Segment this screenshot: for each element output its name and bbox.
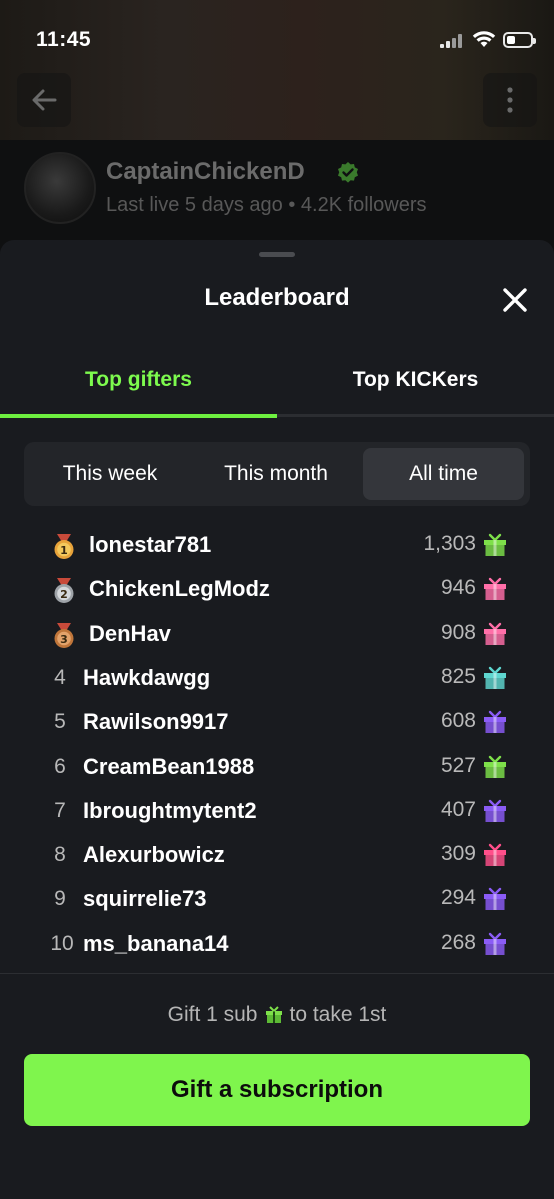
- gift-icon: [484, 710, 506, 734]
- gift-icon: [484, 843, 506, 867]
- more-vertical-icon: [507, 87, 513, 113]
- status-bar: 11:45: [0, 0, 554, 80]
- leader-gift-count: 825: [440, 664, 476, 688]
- leader-username[interactable]: ChickenLegModz: [89, 576, 270, 602]
- wifi-icon: [472, 31, 496, 47]
- leader-rank: 8: [54, 843, 66, 867]
- gift-icon: [484, 932, 506, 955]
- gift-icon: [484, 799, 506, 822]
- period-all-time[interactable]: All time: [363, 448, 524, 500]
- medal-silver-icon: 2: [54, 578, 74, 604]
- leader-username[interactable]: squirrelie73: [83, 886, 207, 912]
- leader-username[interactable]: CreamBean1988: [83, 754, 254, 780]
- leaderboard-tabs: Top gifters Top KICKers: [0, 352, 554, 418]
- leader-username[interactable]: Hawkdawgg: [83, 665, 210, 691]
- leader-row[interactable]: 5 Rawilson9917 608: [0, 701, 554, 745]
- gift-icon: [484, 622, 506, 645]
- more-options-button[interactable]: [483, 73, 537, 127]
- leader-rank: 5: [54, 710, 66, 734]
- leader-row[interactable]: 9 squirrelie73 294: [0, 878, 554, 922]
- back-arrow-icon: [32, 89, 57, 111]
- leader-gift-count: 946: [440, 576, 476, 600]
- channel-meta: Last live 5 days ago • 4.2K followers: [106, 194, 427, 216]
- footer-divider: [0, 973, 554, 974]
- leader-username[interactable]: Ibroughtmytent2: [83, 798, 257, 824]
- medal-rank: 2: [60, 588, 68, 601]
- period-this-month[interactable]: This month: [194, 448, 358, 500]
- gift-icon: [484, 888, 506, 911]
- leader-row[interactable]: 4 Hawkdawgg 825: [0, 657, 554, 701]
- medal-rank: 1: [60, 544, 68, 557]
- leader-rank: 4: [54, 665, 66, 689]
- leader-gift-count: 608: [440, 709, 476, 733]
- cta-note-after: to take 1st: [289, 1003, 387, 1026]
- leader-gift-count: 908: [440, 620, 476, 644]
- medal-bronze-icon: 3: [54, 622, 74, 648]
- active-tab-indicator: [0, 414, 277, 418]
- gift-icon: [484, 666, 506, 689]
- cta-note: Gift 1 sub to take 1st: [0, 1003, 554, 1027]
- sheet-title: Leaderboard: [204, 284, 350, 311]
- battery-icon: [503, 32, 536, 48]
- status-time: 11:45: [36, 28, 92, 51]
- sheet-drag-handle[interactable]: [259, 252, 295, 257]
- channel-name[interactable]: CaptainChickenD: [106, 158, 305, 186]
- tab-top-gifters[interactable]: Top gifters: [0, 368, 277, 392]
- leader-row[interactable]: 2 ChickenLegModz 946: [0, 568, 554, 612]
- leader-gift-count: 309: [440, 842, 476, 866]
- period-this-week[interactable]: This week: [30, 448, 190, 500]
- leader-rank: 7: [54, 798, 66, 822]
- gift-icon: [484, 578, 506, 601]
- verified-icon: [338, 162, 358, 183]
- gift-icon: [265, 1006, 282, 1023]
- channel-avatar[interactable]: [24, 152, 96, 224]
- leader-username[interactable]: lonestar781: [89, 532, 211, 558]
- leader-username[interactable]: Alexurbowicz: [83, 842, 225, 868]
- medal-gold-icon: 1: [54, 534, 74, 559]
- leaderboard-sheet: Leaderboard Top gifters Top KICKers This…: [0, 240, 554, 1199]
- leader-rank: 9: [54, 887, 66, 911]
- leader-gift-count: 527: [440, 753, 476, 777]
- leader-gift-count: 294: [440, 886, 476, 910]
- period-selector: This week This month All time: [24, 442, 530, 506]
- cta-note-before: Gift 1 sub: [167, 1003, 258, 1026]
- leader-gift-count: 1,303: [423, 532, 476, 555]
- gift-icon: [484, 755, 506, 778]
- leader-username[interactable]: Rawilson9917: [83, 709, 229, 735]
- leader-rank: 10: [50, 931, 74, 955]
- leader-row[interactable]: 7 Ibroughtmytent2 407: [0, 790, 554, 834]
- leader-gift-count: 268: [440, 930, 476, 954]
- cellular-signal-icon: [440, 34, 464, 48]
- leader-rank: 6: [54, 754, 66, 778]
- leader-row[interactable]: 1 lonestar781 1,303: [0, 524, 554, 568]
- gift-icon: [484, 533, 506, 556]
- leader-row[interactable]: 10 ms_banana14 268: [0, 923, 554, 967]
- leader-row[interactable]: 8 Alexurbowicz 309: [0, 834, 554, 878]
- leader-gift-count: 407: [440, 797, 476, 821]
- back-button[interactable]: [17, 73, 71, 127]
- leader-row[interactable]: 6 CreamBean1988 527: [0, 746, 554, 790]
- leader-row[interactable]: 3 DenHav 908: [0, 613, 554, 657]
- leader-username[interactable]: ms_banana14: [83, 931, 229, 957]
- gift-subscription-button[interactable]: Gift a subscription: [24, 1054, 530, 1126]
- medal-rank: 3: [60, 633, 68, 646]
- close-icon[interactable]: [500, 285, 530, 315]
- tab-top-kickers[interactable]: Top KICKers: [277, 368, 554, 392]
- leader-username[interactable]: DenHav: [89, 621, 171, 647]
